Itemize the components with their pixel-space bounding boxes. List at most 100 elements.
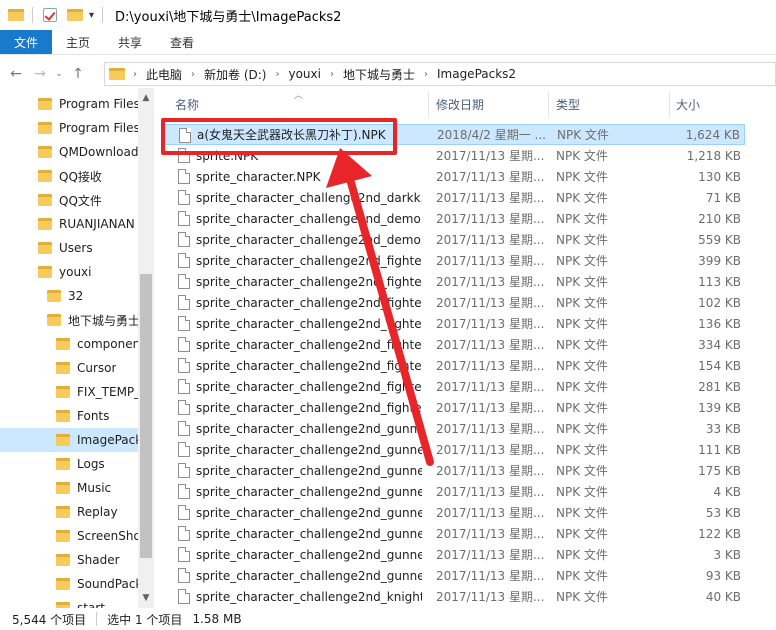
sidebar-item[interactable]: youxi xyxy=(0,260,138,284)
column-header-type[interactable]: 类型 xyxy=(556,96,580,116)
sidebar-item[interactable]: Replay xyxy=(0,500,138,524)
sidebar-item-label: Replay xyxy=(77,505,118,519)
tab-view[interactable]: 查看 xyxy=(156,30,208,54)
breadcrumb-chevron-icon[interactable]: › xyxy=(191,69,195,80)
file-row[interactable]: sprite_character_challenge2nd_darkk... 20… xyxy=(164,187,745,208)
sidebar-item[interactable]: 地下城与勇士 xyxy=(0,308,138,332)
file-row[interactable]: sprite_character_challenge2nd_fighter...… xyxy=(164,355,745,376)
file-row[interactable]: sprite_character_challenge2nd_gunne... 20… xyxy=(164,481,745,502)
column-header-name[interactable]: 名称 xyxy=(175,96,199,116)
breadcrumb-chevron-icon[interactable]: › xyxy=(424,69,428,80)
breadcrumb-imagepacks2[interactable]: ImagePacks2 xyxy=(437,67,516,81)
sidebar-item[interactable]: ImagePack xyxy=(0,428,138,452)
file-icon xyxy=(178,421,190,436)
folder-icon[interactable] xyxy=(8,9,24,21)
file-name: sprite_character_challenge2nd_fighter... xyxy=(196,274,422,289)
column-divider[interactable] xyxy=(669,92,670,118)
file-row[interactable]: sprite_character_challenge2nd_gunne... 20… xyxy=(164,460,745,481)
sidebar-item-label: ImagePack xyxy=(77,433,138,447)
file-row[interactable]: sprite_character_challenge2nd_gunne... 20… xyxy=(164,418,745,439)
file-size: 113 KB xyxy=(698,274,741,289)
checkbox-icon[interactable] xyxy=(43,8,57,22)
sidebar-item[interactable]: Music xyxy=(0,476,138,500)
address-bar[interactable]: › 此电脑 › 新加卷 (D:) › youxi › 地下城与勇士 › Imag… xyxy=(104,62,776,86)
file-date: 2017/11/13 星期... xyxy=(436,401,545,415)
sidebar-item[interactable]: FIX_TEMP_ xyxy=(0,380,138,404)
sidebar-item[interactable]: RUANJIANAN xyxy=(0,212,138,236)
file-size: 399 KB xyxy=(698,253,741,268)
sidebar-item[interactable]: Cursor xyxy=(0,356,138,380)
file-size: 136 KB xyxy=(698,316,741,331)
breadcrumb-youxi[interactable]: youxi xyxy=(288,67,320,81)
breadcrumb-chevron-icon[interactable]: › xyxy=(330,69,334,80)
file-row[interactable]: sprite_character_challenge2nd_fighter...… xyxy=(164,376,745,397)
sidebar-item[interactable]: componen xyxy=(0,332,138,356)
sidebar-item[interactable]: Program Files xyxy=(0,116,138,140)
file-date: 2018/4/2 星期一 ... xyxy=(437,128,546,142)
sidebar-item[interactable]: QMDownload xyxy=(0,140,138,164)
back-arrow-icon[interactable]: ← xyxy=(4,62,28,86)
breadcrumb-chevron-icon[interactable]: › xyxy=(275,69,279,80)
file-row[interactable]: sprite_character_challenge2nd_fighter...… xyxy=(164,250,745,271)
scroll-up-icon[interactable]: ▲ xyxy=(138,90,154,106)
navigation-scrollbar[interactable]: ▲ ▼ xyxy=(138,88,154,608)
file-row[interactable]: sprite_character_challenge2nd_demo... 201… xyxy=(164,229,745,250)
file-row[interactable]: sprite_character_challenge2nd_knight... 2… xyxy=(164,586,745,607)
scrollbar-thumb[interactable] xyxy=(140,274,152,558)
file-row[interactable]: sprite_character_challenge2nd_gunne... 20… xyxy=(164,523,745,544)
breadcrumb-drive-d[interactable]: 新加卷 (D:) xyxy=(204,66,266,83)
file-row[interactable]: sprite_character_challenge2nd_fighter...… xyxy=(164,313,745,334)
file-row[interactable]: sprite_character_challenge2nd_fighter...… xyxy=(164,397,745,418)
file-row[interactable]: sprite_character_challenge2nd_demo... 201… xyxy=(164,208,745,229)
sidebar-item[interactable]: QQ文件 xyxy=(0,188,138,212)
sidebar-item[interactable]: start xyxy=(0,596,138,608)
sidebar-item[interactable]: Users xyxy=(0,236,138,260)
file-size: 334 KB xyxy=(698,337,741,352)
sidebar-item[interactable]: Logs xyxy=(0,452,138,476)
file-row[interactable]: sprite_character_challenge2nd_gunne... 20… xyxy=(164,565,745,586)
navigation-pane[interactable]: Program Files Program Files QMDownload QQ接收… xyxy=(0,88,154,608)
file-row[interactable]: sprite_character_challenge2nd_fighter...… xyxy=(164,271,745,292)
file-size: 1,624 KB xyxy=(685,127,740,142)
recent-locations-chevron-icon[interactable]: ⌄ xyxy=(52,62,66,86)
file-row[interactable]: sprite_character.NPK 2017/11/13 星期... NPK … xyxy=(164,166,745,187)
sidebar-item[interactable]: ScreenShot xyxy=(0,524,138,548)
sidebar-item[interactable]: Fonts xyxy=(0,404,138,428)
file-name: sprite_character_challenge2nd_fighter... xyxy=(196,316,422,331)
file-row[interactable]: sprite_character_challenge2nd_fighter...… xyxy=(164,334,745,355)
tab-home[interactable]: 主页 xyxy=(52,30,104,54)
sidebar-item[interactable]: Program Files xyxy=(0,92,138,116)
file-icon xyxy=(178,295,190,310)
sidebar-item[interactable]: 32 xyxy=(0,284,138,308)
sidebar-item[interactable]: SoundPack xyxy=(0,572,138,596)
forward-arrow-icon[interactable]: → xyxy=(28,62,52,86)
file-date: 2017/11/13 星期... xyxy=(436,359,545,373)
breadcrumb-chevron-icon[interactable]: › xyxy=(133,69,137,80)
tab-share[interactable]: 共享 xyxy=(104,30,156,54)
sidebar-item[interactable]: QQ接收 xyxy=(0,164,138,188)
chevron-down-icon[interactable]: ▾ xyxy=(89,10,94,21)
file-row[interactable]: sprite_character_challenge2nd_gunne... 20… xyxy=(164,502,745,523)
file-size: 3 KB xyxy=(713,547,741,562)
file-row[interactable]: sprite_character_challenge2nd_gunne... 20… xyxy=(164,439,745,460)
breadcrumb-this-pc[interactable]: 此电脑 xyxy=(146,66,182,83)
sidebar-item-label: start xyxy=(77,601,105,608)
file-row[interactable]: sprite_character_challenge2nd_fighter...… xyxy=(164,292,745,313)
file-type: NPK 文件 xyxy=(556,233,608,247)
address-row: ← → ⌄ ↑ › 此电脑 › 新加卷 (D:) › youxi › 地下城与勇… xyxy=(0,60,776,88)
column-header-date[interactable]: 修改日期 xyxy=(436,96,484,116)
up-arrow-icon[interactable]: ↑ xyxy=(66,62,90,86)
file-row[interactable]: sprite_character_challenge2nd_gunne... 20… xyxy=(164,544,745,565)
column-divider[interactable] xyxy=(548,92,549,118)
sidebar-item-label: Cursor xyxy=(77,361,117,375)
breadcrumb-dnf[interactable]: 地下城与勇士 xyxy=(343,66,415,83)
new-folder-icon[interactable] xyxy=(67,9,83,21)
column-divider[interactable] xyxy=(428,92,429,118)
annotation-highlight-box xyxy=(161,118,397,155)
column-header-size[interactable]: 大小 xyxy=(676,96,700,116)
sidebar-item[interactable]: Shader xyxy=(0,548,138,572)
scroll-down-icon[interactable]: ▼ xyxy=(138,590,154,606)
folder-icon xyxy=(38,266,52,278)
tab-file[interactable]: 文件 xyxy=(0,30,52,54)
file-size: 154 KB xyxy=(698,358,741,373)
